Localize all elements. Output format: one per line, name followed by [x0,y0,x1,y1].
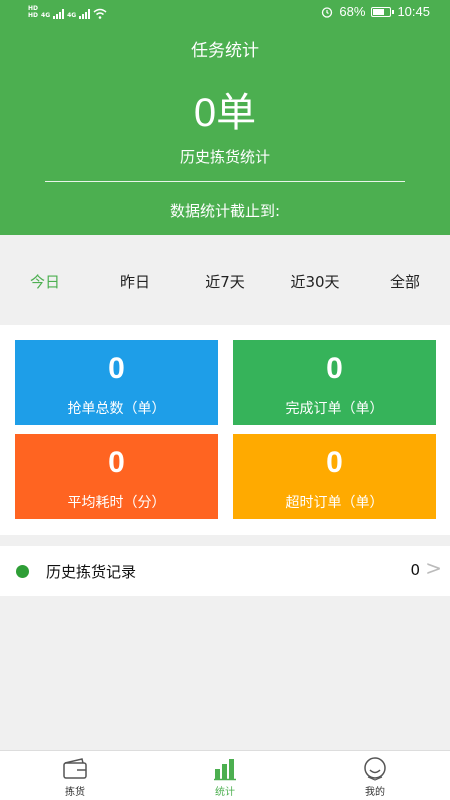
card-value: 0 [108,352,125,385]
card-label: 完成订单（单） [285,401,384,417]
bar-chart-icon [214,759,236,781]
status-dot-icon [16,565,29,578]
history-record-row[interactable]: 历史拣货记录 0 > [0,546,450,596]
header: HD HD 4G 4G 68% 10:45 任务统计 0单 历史拣货统计 数据统… [0,0,450,235]
battery-icon [371,6,395,17]
wifi-icon [93,8,107,19]
card-label: 超时订单（单） [285,495,384,511]
nav-statistics[interactable]: 统计 [180,757,270,798]
alarm-icon [322,6,333,18]
nav-pick[interactable]: 拣货 [30,757,120,798]
signal-icon [53,9,65,19]
card-label: 抢单总数（单） [67,401,166,417]
tab-today[interactable]: 今日 [0,271,90,292]
period-tabs: 今日 昨日 近7天 近30天 全部 [0,235,450,325]
card-value: 0 [108,446,125,479]
nav-label: 拣货 [65,787,85,798]
wallet-icon [63,758,87,779]
card-overtime-orders[interactable]: 0 超时订单（单） [233,434,436,519]
record-label: 历史拣货记录 [46,563,137,581]
hd-indicator: HD HD [28,5,39,19]
divider [45,181,405,182]
tab-7-days[interactable]: 近7天 [180,271,270,292]
card-completed-orders[interactable]: 0 完成订单（单） [233,340,436,425]
battery-percent: 68% [339,4,366,19]
clock: 10:45 [397,4,430,19]
card-value: 0 [326,446,343,479]
stats-cards: 0 抢单总数（单） 0 完成订单（单） 0 平均耗时（分） 0 超时订单（单） [0,325,450,535]
battery-fill [373,8,384,15]
card-average-time[interactable]: 0 平均耗时（分） [15,434,218,519]
bottom-nav: 拣货 统计 我的 [0,750,450,800]
cutoff-label: 数据统计截止到: [169,202,281,220]
nav-label: 我的 [365,787,385,798]
card-value: 0 [326,352,343,385]
status-right: 68% 10:45 [321,4,430,19]
order-count: 0单 [193,91,257,135]
nav-mine[interactable]: 我的 [330,757,420,798]
card-grabbed-orders[interactable]: 0 抢单总数（单） [15,340,218,425]
page-title: 任务统计 [191,41,259,61]
card-label: 平均耗时（分） [67,495,166,511]
network-type-2: 4G [67,12,77,19]
signal-icon [79,9,91,19]
tab-30-days[interactable]: 近30天 [270,271,360,292]
chevron-right-icon: > [425,556,442,580]
network-type-1: 4G [41,12,51,19]
record-count: 0 [410,561,420,579]
status-bar: HD HD 4G 4G 68% 10:45 [0,0,450,26]
user-face-icon [364,757,386,781]
history-subtitle: 历史拣货统计 [179,148,270,166]
status-left: HD HD 4G 4G [28,5,107,19]
nav-label: 统计 [215,787,235,798]
tab-all[interactable]: 全部 [360,271,450,292]
tab-yesterday[interactable]: 昨日 [90,271,180,292]
